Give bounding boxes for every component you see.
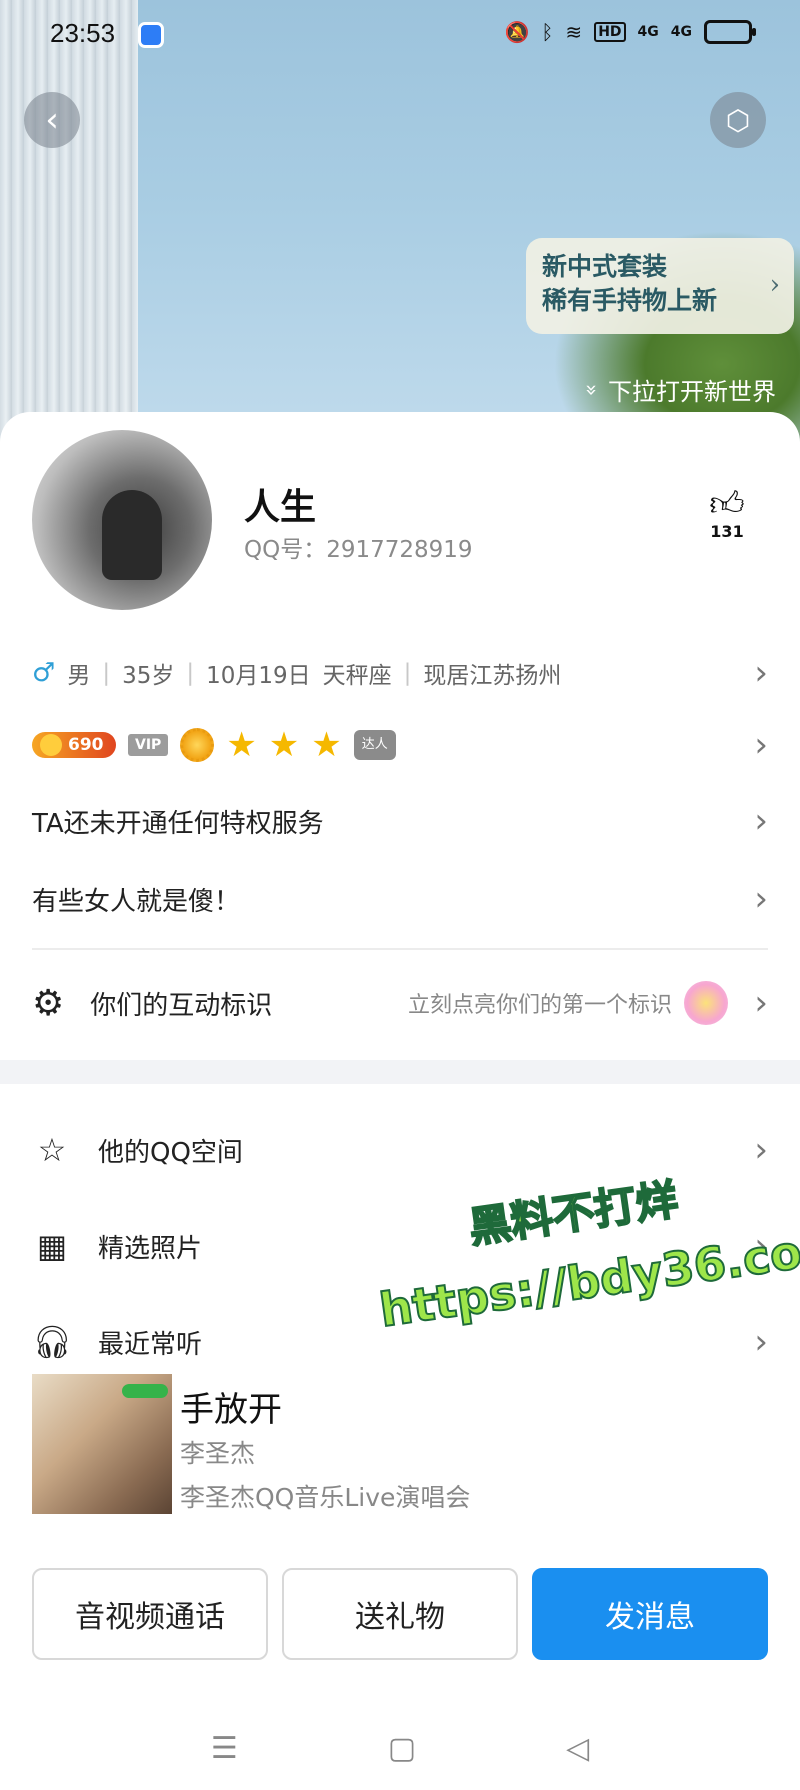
privilege-text: TA还未开通任何特权服务 [32,808,324,839]
star-level-icon: ★ [226,725,257,765]
signature-text: 有些女人就是傻！ [32,886,241,917]
chevron-right-icon: › [754,1130,768,1170]
gear-badge-icon: ⚙ [32,982,65,1024]
status-time: 23:53 [50,18,116,48]
qq-number: QQ号：2917728919 [244,537,473,563]
promo-line1: 新中式套装 [542,252,668,281]
menu-nav-icon[interactable]: ☰ [211,1731,238,1766]
send-message-button[interactable]: 发消息 [532,1568,768,1660]
headphones-icon: 🎧︎ [32,1323,73,1361]
song-artist: 李圣杰 [180,1439,256,1468]
hd-icon: HD [594,22,626,42]
like-count: 131 [710,522,744,541]
zodiac: 天秤座 [322,663,392,689]
star-level-icon: ★ [311,725,342,765]
avatar[interactable] [32,430,212,610]
separator: | [403,660,412,686]
skin-icon: ⬡ [725,103,751,137]
menu-item-photos[interactable]: ▦ 精选照片 › [32,1206,768,1286]
coin-level: 690 [68,735,104,755]
thumbs-up-icon: 👍︎ [709,484,745,524]
basic-info-row[interactable]: ♂ 男 | 35岁 | 10月19日 天秤座 | 现居江苏扬州 › [32,648,768,698]
menu-item-qzone[interactable]: ☆ 他的QQ空间 › [32,1110,768,1190]
privilege-row[interactable]: TA还未开通任何特权服务 › [32,796,768,846]
status-icons: 🔕 ᛒ ≋ HD 4G 4G [504,20,756,44]
interaction-mark-row[interactable]: ⚙ 你们的互动标识 立刻点亮你们的第一个标识 › [32,968,768,1038]
menu-item-recent-music[interactable]: 🎧︎ 最近常听 › [32,1302,768,1382]
promo-banner[interactable]: 新中式套装 稀有手持物上新 › [526,238,794,334]
signal-4g-icon: 4G [637,24,659,40]
male-icon: ♂ [32,658,56,688]
profile-card: 人生 QQ号：2917728919 👍︎ 131 ♂ 男 | 35岁 | 10月… [0,412,800,1790]
gender: 男 [67,663,91,689]
menu-item-label: 精选照片 [98,1233,203,1264]
age: 35岁 [122,663,175,689]
wifi-icon: ≋ [565,20,583,44]
video-call-button[interactable]: 音视频通话 [32,1568,268,1660]
star-level-icon: ★ [268,725,300,765]
vip-badge: VIP [128,734,169,756]
coin-icon [40,734,62,756]
double-chevron-down-icon: » [579,383,604,396]
chevron-right-icon: › [754,725,768,765]
menu-item-label: 他的QQ空间 [98,1137,243,1168]
promo-line2: 稀有手持物上新 [542,286,718,315]
back-icon: ‹ [45,100,59,140]
chevron-right-icon: › [769,270,780,300]
interaction-hint: 立刻点亮你们的第一个标识 [407,993,672,1018]
system-nav-bar: ☰ ▢ ◁ [0,1706,800,1790]
album-cover [32,1374,172,1514]
grid-icon: ▦ [36,1227,68,1265]
chevron-right-icon: › [754,879,768,919]
song-album: 李圣杰QQ音乐Live演唱会 [180,1483,471,1512]
pull-down-hint[interactable]: » 下拉打开新世界 [580,372,776,407]
mute-icon: 🔕 [504,20,530,44]
chevron-right-icon: › [754,801,768,841]
separator: | [186,660,195,686]
send-gift-button[interactable]: 送礼物 [282,1568,518,1660]
back-nav-icon[interactable]: ◁ [566,1731,589,1766]
qq-music-tag-icon [122,1384,168,1398]
home-nav-icon[interactable]: ▢ [388,1731,416,1766]
chevron-right-icon: › [754,983,768,1023]
back-button[interactable]: ‹ [24,92,80,148]
birthday: 10月19日 [206,663,311,689]
bluetooth-icon: ᛒ [541,20,554,44]
star-outline-icon: ☆ [37,1131,67,1169]
signature-row[interactable]: 有些女人就是傻！ › [32,874,768,924]
flower-icon [684,981,728,1025]
daren-badge: 达人 [353,730,396,760]
song-title: 手放开 [180,1390,282,1430]
status-bar: 23:53 🔕 ᛒ ≋ HD 4G 4G [0,0,800,72]
divider [32,948,768,950]
skin-button[interactable]: ⬡ [710,92,766,148]
app-notification-icon [138,22,164,48]
location: 现居江苏扬州 [423,663,562,689]
chevron-right-icon: › [754,1322,768,1362]
chevron-right-icon: › [754,653,768,693]
badges-row[interactable]: 690 VIP ★ ★ ★ 达人 › [32,718,768,772]
pull-hint-text: 下拉打开新世界 [608,378,776,406]
recent-song[interactable]: 手放开 李圣杰 李圣杰QQ音乐Live演唱会 [32,1374,768,1524]
action-bar: 音视频通话 送礼物 发消息 [32,1568,768,1660]
separator: | [102,660,111,686]
signal-4g-icon: 4G [670,24,692,40]
chevron-right-icon: › [754,1226,768,1266]
nickname: 人生 [244,487,317,528]
level-coin-badge: 690 [32,732,116,758]
interaction-label: 你们的互动标识 [90,990,273,1021]
battery-icon [704,20,756,44]
like-button[interactable]: 👍︎ 131 [702,486,752,541]
menu-item-label: 最近常听 [98,1329,203,1360]
sun-level-icon [180,728,215,762]
section-separator [0,1060,800,1084]
